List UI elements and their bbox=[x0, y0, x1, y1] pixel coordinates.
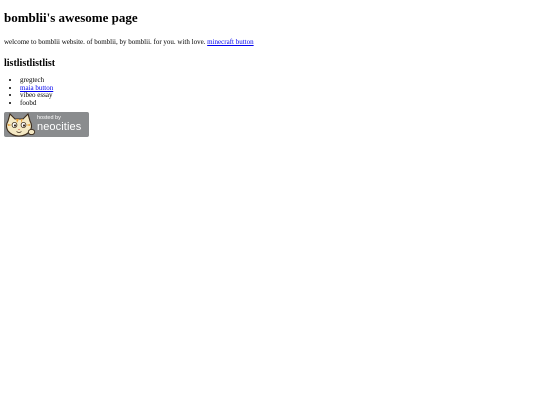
list-item-vibeo-essay: vibeo essay bbox=[20, 91, 536, 100]
list-item-label: foobd bbox=[20, 98, 37, 107]
neocities-cat-icon bbox=[5, 112, 36, 137]
list-heading: listlistlistlist bbox=[4, 58, 56, 69]
list-item-foobd: foobd bbox=[20, 98, 536, 108]
intro-text: welcome to bomblii website. of bomblii, … bbox=[4, 38, 208, 46]
minecraft-button-link[interactable]: minecraft button bbox=[207, 38, 253, 46]
hosted-by-neocities-badge[interactable]: hosted by neocities bbox=[4, 112, 89, 137]
list-item-maia-button: maia button bbox=[20, 84, 536, 93]
item-list: gregtech maia button vibeo essay foobd bbox=[4, 76, 536, 108]
intro-paragraph: welcome to bomblii website. of bomblii, … bbox=[4, 38, 536, 47]
list-item-gregtech: gregtech bbox=[20, 76, 536, 85]
page-content: bomblii's awesome page welcome to bombli… bbox=[0, 0, 540, 137]
badge-neocities-text: neocities bbox=[37, 121, 82, 133]
page-title: bomblii's awesome page bbox=[4, 10, 138, 25]
